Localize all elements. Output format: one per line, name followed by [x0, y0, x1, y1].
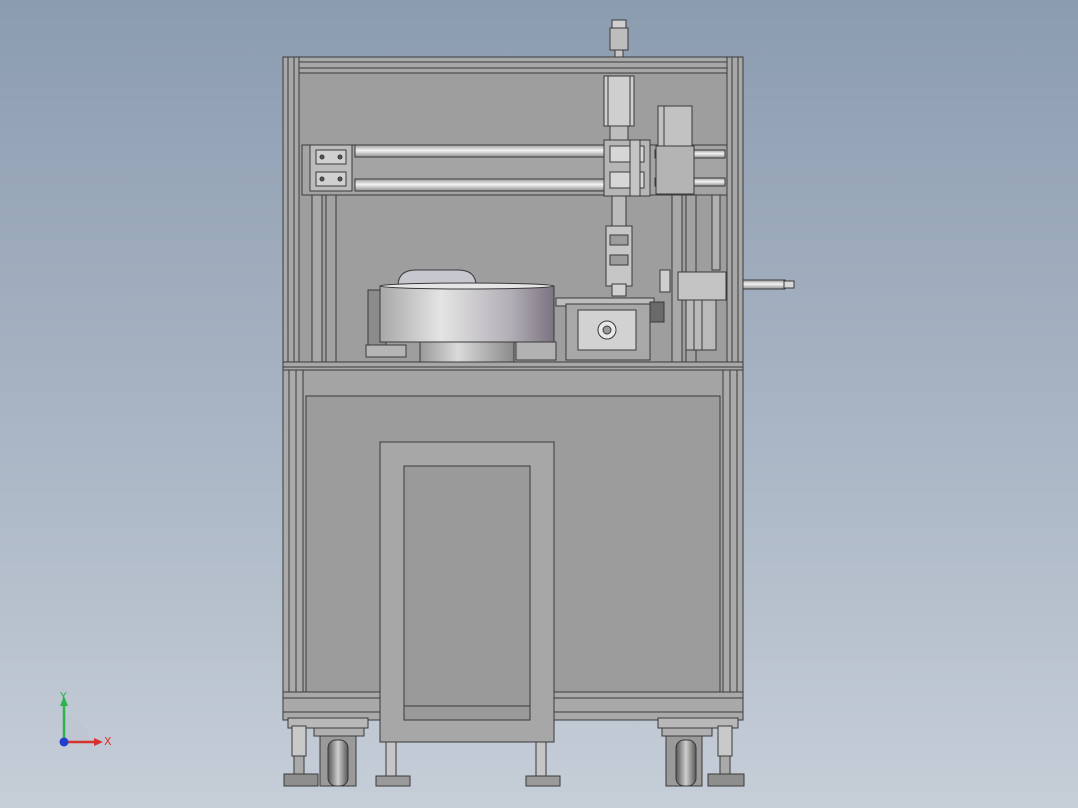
right-caster — [657, 717, 745, 787]
z-axis-dot — [59, 737, 69, 747]
y-axis-label: Y — [59, 690, 67, 703]
bowl-stand — [379, 441, 555, 743]
x-axis-label: X — [104, 735, 112, 748]
stand-feet — [375, 741, 561, 787]
x-axis-head — [94, 738, 103, 746]
left-caster — [283, 717, 369, 787]
axis-triad[interactable]: Y X — [59, 690, 112, 748]
top-air-fitting — [609, 19, 629, 58]
servo-motor — [655, 105, 695, 195]
triad-arc — [64, 716, 90, 742]
linear-feeder — [555, 297, 665, 361]
machine-drawing: Y X — [59, 19, 795, 787]
cad-viewport[interactable]: Y X — [0, 0, 1078, 808]
